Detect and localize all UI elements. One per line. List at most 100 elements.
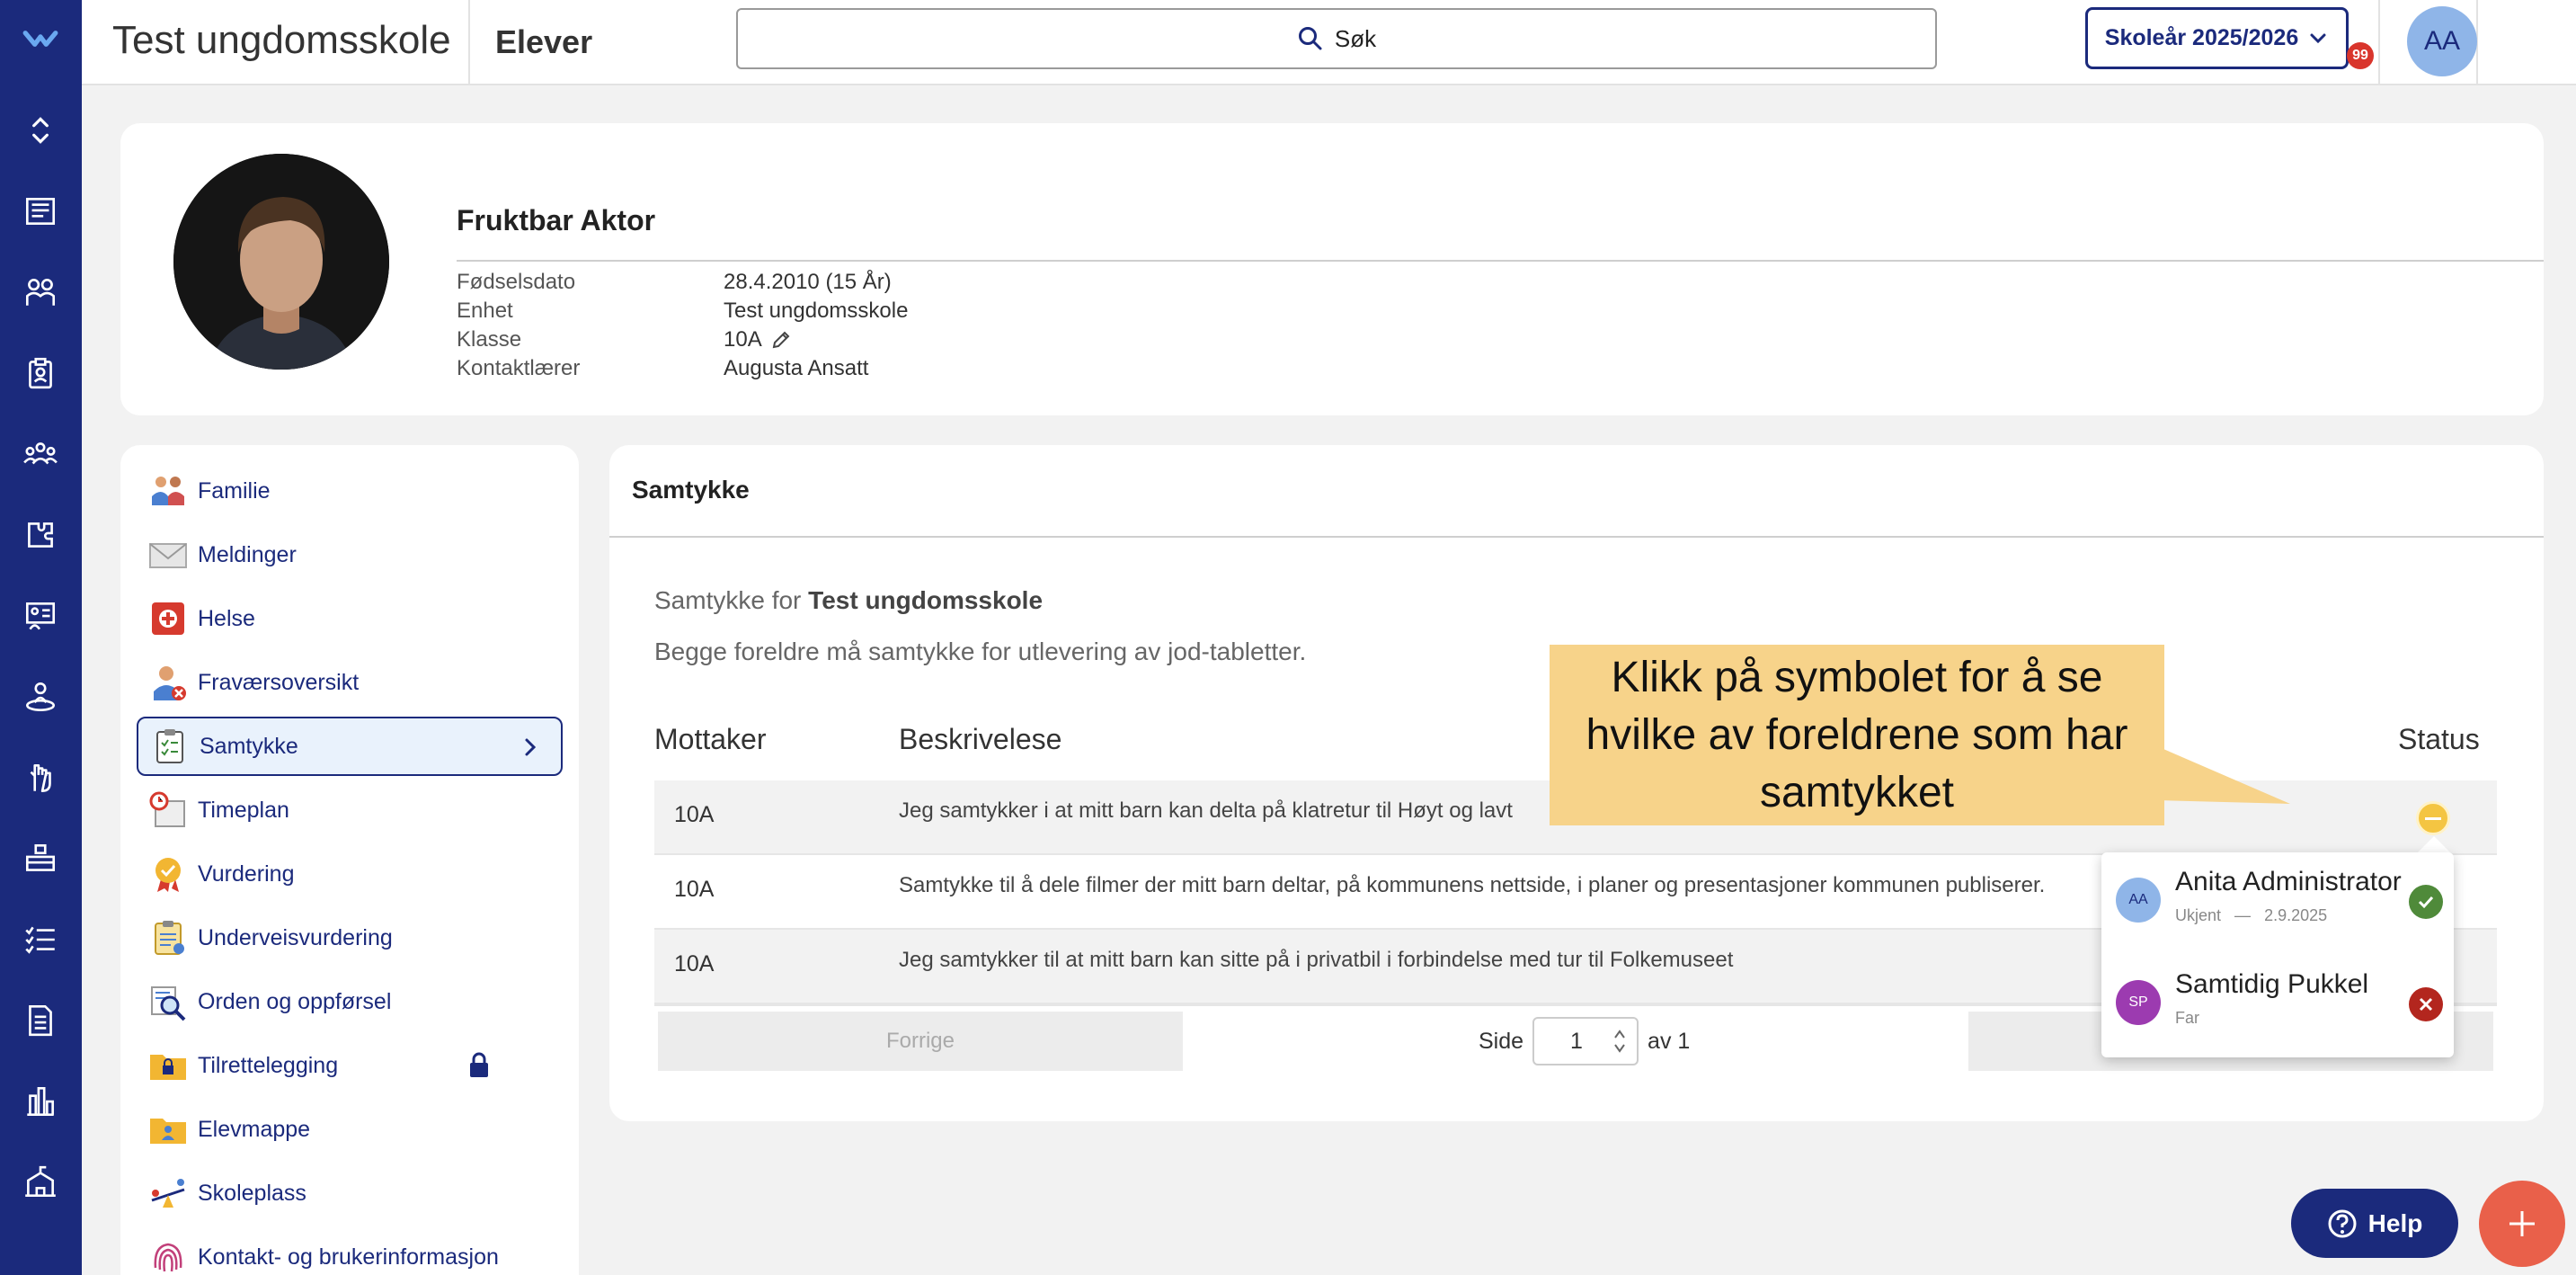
menu-item-tilrettelegging[interactable]: Tilrettelegging [137, 1036, 563, 1095]
page-of-label: av 1 [1648, 1028, 1691, 1054]
menu-item-fravaersoversikt[interactable]: Fraværsoversikt [137, 653, 563, 712]
section-title: Samtykke [632, 476, 750, 504]
spinner-icon[interactable] [1612, 1026, 1628, 1057]
logo-icon[interactable] [18, 16, 63, 61]
divider [609, 536, 2544, 538]
class-value: 10A [724, 327, 762, 352]
add-button[interactable] [2479, 1181, 2565, 1267]
checklist-icon[interactable] [18, 917, 63, 962]
bar-chart-icon[interactable] [18, 1079, 63, 1124]
chalkboard-icon[interactable] [18, 593, 63, 638]
field-value-birthdate: 28.4.2010 (15 År) [724, 270, 892, 294]
plus-icon [2509, 1211, 2535, 1236]
top-bar: Test ungdomsskole Elever Søk Skoleår 202… [82, 0, 2576, 85]
lock-icon [470, 1052, 488, 1077]
callout-pointer [2157, 746, 2290, 804]
badge-icon[interactable] [18, 351, 63, 396]
desk-icon[interactable] [18, 836, 63, 881]
field-value-unit: Test ungdomsskole [724, 299, 909, 323]
groups-icon[interactable] [18, 432, 63, 477]
row-recipient: 10A [674, 877, 715, 902]
schedule-icon [147, 789, 189, 831]
school-year-dropdown[interactable]: Skoleår 2025/2026 [2085, 7, 2349, 69]
help-button[interactable]: Help [2291, 1189, 2458, 1258]
menu-item-kontakt-og-brukerinformasjon[interactable]: Kontakt- og brukerinformasjon [137, 1227, 563, 1275]
search-bar[interactable]: Søk [736, 8, 1937, 69]
page-number-input[interactable]: 1 [1532, 1017, 1639, 1065]
parent-name: Samtidig Pukkel [2175, 969, 2369, 999]
chevron-down-icon [2310, 33, 2326, 43]
page-number-value: 1 [1570, 1028, 1583, 1054]
field-label: Fødselsdato [457, 270, 576, 294]
user-avatar[interactable]: AA [2407, 6, 2477, 76]
close-icon [2419, 997, 2433, 1012]
menu-item-underveisvurdering[interactable]: Underveisvurdering [137, 908, 563, 967]
menu-item-timeplan[interactable]: Timeplan [137, 780, 563, 840]
field-value-class: 10A [724, 327, 793, 352]
menu-item-label: Tilrettelegging [198, 1052, 339, 1078]
menu-item-vurdering[interactable]: Vurdering [137, 844, 563, 904]
family-icon [147, 470, 189, 512]
menu-item-meldinger[interactable]: Meldinger [137, 525, 563, 584]
absence-icon [147, 662, 189, 703]
seesaw-icon [147, 1172, 189, 1214]
person-ring-icon[interactable] [18, 674, 63, 719]
page-label: Side [1479, 1028, 1524, 1054]
previous-page-button[interactable]: Forrige [658, 1012, 1183, 1071]
divider [468, 0, 470, 84]
menu-item-orden-og-oppforsel[interactable]: Orden og oppførsel [137, 972, 563, 1031]
student-name: Fruktbar Aktor [457, 204, 656, 236]
menu-item-label: Meldinger [198, 541, 297, 567]
left-rail [0, 0, 82, 1275]
menu-item-label: Helse [198, 605, 255, 631]
school-icon[interactable] [18, 1160, 63, 1205]
menu-item-elevmappe[interactable]: Elevmappe [137, 1100, 563, 1159]
parent-date: 2.9.2025 [2264, 906, 2328, 924]
field-value-contact-teacher: Augusta Ansatt [724, 356, 869, 380]
expand-collapse-icon[interactable] [18, 108, 63, 153]
menu-item-label: Samtykke [200, 733, 298, 759]
student-photo [173, 154, 389, 370]
menu-item-label: Timeplan [198, 797, 289, 823]
fingerprint-icon [147, 1236, 189, 1275]
parent-role: Ukjent [2175, 906, 2222, 924]
row-description: Jeg samtykker i at mitt barn kan delta p… [899, 798, 1513, 823]
document-icon[interactable] [18, 998, 63, 1043]
field-label: Kontaktlærer [457, 356, 581, 380]
menu-item-label: Vurdering [198, 860, 295, 887]
newspaper-icon[interactable] [18, 189, 63, 234]
parent-role: Far [2175, 1009, 2199, 1027]
search-label: Søk [1334, 24, 1377, 52]
menu-item-label: Fraværsoversikt [198, 669, 360, 695]
column-header-recipient: Mottaker [654, 723, 767, 755]
parent-avatar: SP [2116, 980, 2161, 1025]
student-profile-card: Fruktbar Aktor Fødselsdato 28.4.2010 (15… [120, 123, 2544, 415]
rejected-status-icon [2409, 987, 2443, 1021]
menu-item-familie[interactable]: Familie [137, 461, 563, 521]
divider [457, 260, 2544, 262]
instruction-callout: Klikk på symbolet for å se hvilke av for… [1550, 645, 2164, 825]
menu-item-samtykke[interactable]: Samtykke [137, 717, 563, 776]
column-header-status: Status [2398, 723, 2480, 755]
magnifier-icon [147, 981, 189, 1022]
status-pending-button[interactable] [2416, 801, 2450, 835]
field-label: Enhet [457, 299, 513, 323]
folder-lock-icon [147, 1045, 189, 1086]
school-year-label: Skoleår 2025/2026 [2104, 25, 2299, 50]
menu-item-label: Orden og oppførsel [198, 988, 392, 1014]
hand-icon[interactable] [18, 755, 63, 800]
menu-item-label: Familie [198, 477, 271, 504]
parent-entry: SP Samtidig Pukkel Far [2116, 964, 2448, 1045]
help-icon [2328, 1209, 2357, 1237]
puzzle-icon[interactable] [18, 513, 63, 557]
students-icon[interactable] [18, 270, 63, 315]
envelope-icon [147, 534, 189, 575]
column-header-description: Beskrivelese [899, 723, 1062, 755]
pencil-icon[interactable] [769, 328, 793, 352]
meta-separator: — [2225, 906, 2261, 924]
row-recipient: 10A [674, 951, 715, 976]
folder-person-icon [147, 1109, 189, 1150]
menu-item-helse[interactable]: Helse [137, 589, 563, 648]
menu-item-skoleplass[interactable]: Skoleplass [137, 1164, 563, 1223]
student-side-menu: Familie Meldinger Helse Fraværsoversikt … [120, 445, 579, 1275]
